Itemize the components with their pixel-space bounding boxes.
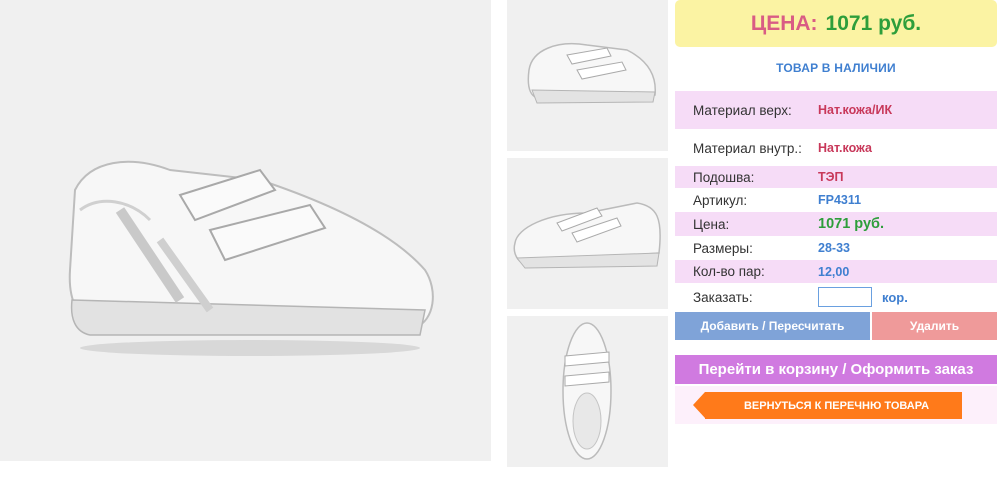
price-box: ЦЕНА: 1071 руб.	[675, 0, 997, 47]
quantity-input[interactable]	[818, 287, 872, 307]
spec-row-price: Цена: 1071 руб.	[675, 212, 997, 236]
main-product-image	[0, 0, 491, 461]
spec-label: Артикул:	[693, 192, 748, 208]
spec-value: FP4311	[818, 193, 862, 207]
quantity-unit: кор.	[882, 289, 908, 305]
spec-row-pairs: Кол-во пар: 12,00	[675, 260, 997, 283]
back-to-list-button[interactable]: ВЕРНУТЬСЯ К ПЕРЕЧНЮ ТОВАРА	[693, 392, 962, 419]
spec-value: Нат.кожа/ИК	[818, 103, 893, 117]
spec-row-sizes: Размеры: 28-33	[675, 237, 997, 259]
thumbnail-2[interactable]	[507, 158, 668, 309]
spec-label: Материал верх:	[693, 102, 792, 118]
sneaker-main-illustration	[68, 160, 434, 356]
go-to-cart-button[interactable]: Перейти в корзину / Оформить заказ	[675, 355, 997, 384]
spec-row-article: Артикул: FP4311	[675, 189, 997, 211]
spec-value: 28-33	[818, 241, 850, 255]
order-label: Заказать:	[693, 289, 753, 305]
spec-value: Нат.кожа	[818, 141, 873, 155]
spec-label: Цена:	[693, 216, 730, 232]
spec-label: Материал внутр.:	[693, 140, 802, 156]
sneaker-thumb-top-icon	[562, 322, 612, 460]
add-recalculate-button[interactable]: Добавить / Пересчитать	[675, 312, 870, 340]
back-button-container: ВЕРНУТЬСЯ К ПЕРЕЧНЮ ТОВАРА	[675, 386, 997, 424]
thumbnail-3[interactable]	[507, 316, 668, 467]
stock-status: ТОВАР В НАЛИЧИИ	[776, 61, 896, 75]
spec-value: 12,00	[818, 264, 850, 279]
sneaker-thumb-side-icon	[513, 202, 661, 269]
spec-label: Размеры:	[693, 240, 753, 256]
price-value: 1071 руб.	[825, 11, 922, 35]
delete-button[interactable]: Удалить	[872, 312, 997, 340]
spec-label: Кол-во пар:	[693, 264, 765, 279]
thumbnail-1[interactable]	[507, 0, 668, 151]
spec-row-sole: Подошва: ТЭП	[675, 166, 997, 188]
price-label: ЦЕНА:	[750, 11, 818, 35]
spec-value: ТЭП	[818, 170, 844, 184]
spec-value: 1071 руб.	[818, 216, 885, 232]
sneaker-thumb-side-icon	[527, 43, 656, 104]
spec-row-upper-material: Материал верх: Нат.кожа/ИК	[675, 91, 997, 129]
order-row: Заказать: кор.	[675, 285, 997, 309]
spec-row-inner-material: Материал внутр.: Нат.кожа	[675, 131, 997, 165]
spec-label: Подошва:	[693, 169, 755, 185]
